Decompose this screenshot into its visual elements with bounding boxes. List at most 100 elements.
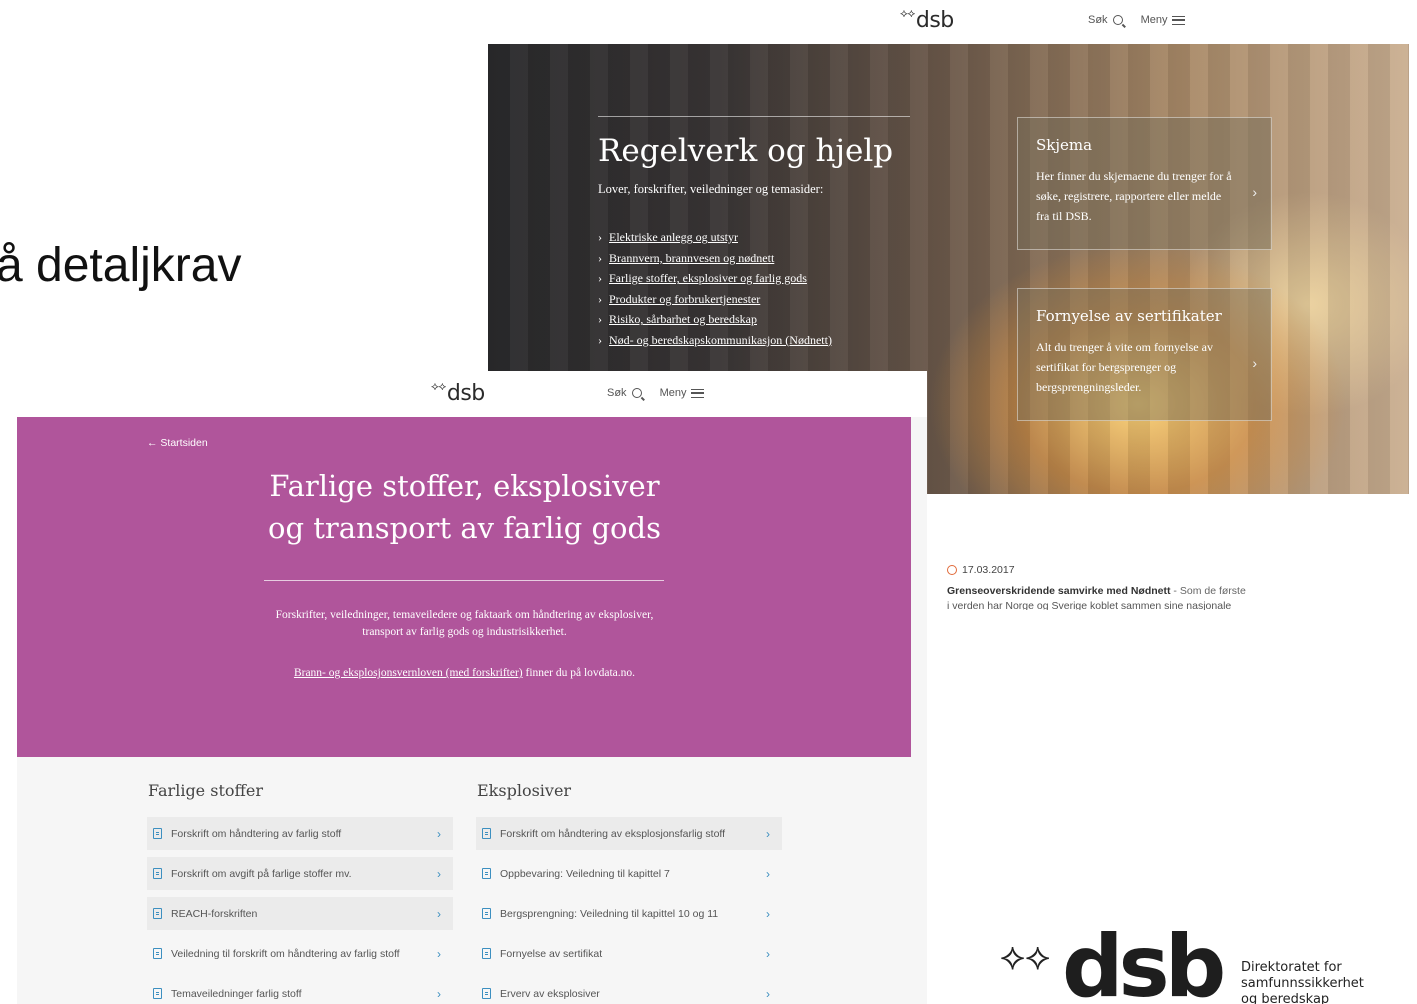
- list-item[interactable]: REACH-forskriften ›: [147, 897, 453, 930]
- topic-link[interactable]: › Produkter og forbrukertjenester: [598, 289, 910, 310]
- chevron-right-icon: ›: [598, 312, 602, 327]
- back-link-startsiden[interactable]: ← Startsiden: [147, 437, 208, 449]
- dsb-emblem-icon: ⟡⟡: [900, 6, 915, 20]
- document-icon: [153, 908, 162, 919]
- list-item[interactable]: Forskrift om håndtering av eksplosjonsfa…: [476, 817, 782, 850]
- search-button[interactable]: Søk: [1088, 14, 1123, 26]
- list-item[interactable]: Bergsprengning: Veiledning til kapittel …: [476, 897, 782, 930]
- farlige-stoffer-page-screenshot: ⟡⟡dsb Søk Meny ← Startsiden Farlige stof…: [17, 371, 927, 1004]
- chevron-right-icon: ›: [598, 250, 602, 265]
- menu-label: Meny: [1140, 14, 1168, 26]
- slide-heading-fragment: å detaljkrav: [0, 239, 242, 292]
- list-icon: [482, 948, 491, 959]
- chevron-right-icon: ›: [1252, 183, 1257, 200]
- search-icon: [631, 388, 642, 398]
- divider: [598, 116, 910, 117]
- hamburger-icon: [691, 388, 705, 398]
- chevron-right-icon: ›: [437, 946, 441, 961]
- menu-label: Meny: [659, 387, 687, 399]
- hero-banner: ← Startsiden Farlige stoffer, eksplosive…: [17, 417, 911, 757]
- search-label: Søk: [1088, 14, 1108, 26]
- chevron-right-icon: ›: [598, 271, 602, 286]
- hero-content: Regelverk og hjelp Lover, forskrifter, v…: [598, 116, 910, 350]
- list-item[interactable]: Oppbevaring: Veiledning til kapittel 7 ›: [476, 857, 782, 890]
- chevron-right-icon: ›: [437, 986, 441, 1001]
- list-item[interactable]: Veiledning til forskrift om håndtering a…: [147, 937, 453, 970]
- search-label: Søk: [607, 387, 627, 399]
- news-excerpt-2: i verden har Norge og Sverige koblet sam…: [947, 600, 1232, 610]
- menu-button[interactable]: Meny: [1141, 14, 1186, 26]
- search-icon: [1112, 15, 1123, 25]
- topic-link[interactable]: › Brannvern, brannvesen og nødnett: [598, 248, 910, 269]
- card-skjema[interactable]: Skjema Her finner du skjemaene du trenge…: [1017, 117, 1272, 250]
- column-farlige-stoffer: Farlige stoffer Forskrift om håndtering …: [147, 781, 453, 1004]
- news-date: 17.03.2017: [962, 564, 1015, 576]
- chevron-right-icon: ›: [766, 946, 770, 961]
- list-item[interactable]: Fornyelse av sertifikat ›: [476, 937, 782, 970]
- list-item[interactable]: Forskrift om avgift på farlige stoffer m…: [147, 857, 453, 890]
- column-title: Eksplosiver: [477, 781, 572, 800]
- card-text: Her finner du skjemaene du trenger for å…: [1036, 169, 1232, 223]
- logo-text: dsb: [446, 381, 485, 406]
- logo-text: dsb: [915, 8, 954, 33]
- news-excerpt: - Som de første: [1170, 585, 1246, 597]
- brand-tagline: Direktoratet for samfunnssikkerhet og be…: [1241, 960, 1364, 1004]
- news-item[interactable]: 17.03.2017 Grenseoverskridende samvirke …: [947, 564, 1277, 610]
- top-bar: ⟡⟡dsb Søk Meny: [17, 371, 927, 417]
- book-icon: [482, 868, 491, 879]
- chevron-right-icon: ›: [437, 906, 441, 921]
- list-icon: [482, 988, 491, 999]
- brand-wordmark: dsb: [1062, 917, 1226, 1004]
- dsb-logo[interactable]: ⟡⟡dsb: [431, 379, 485, 406]
- search-button[interactable]: Søk: [607, 387, 642, 399]
- news-headline: Grenseoverskridende samvirke med Nødnett: [947, 585, 1171, 597]
- hamburger-icon: [1172, 15, 1186, 25]
- hero-subtitle: Lover, forskrifter, veiledninger og tema…: [598, 182, 824, 197]
- topic-links: › Elektriske anlegg og utstyr › Brannvern,…: [598, 227, 910, 350]
- list-item[interactable]: Erverv av eksplosiver ›: [476, 977, 782, 1004]
- dsb-emblem-icon: ⟡⟡: [431, 379, 446, 393]
- card-title: Skjema: [1036, 136, 1093, 154]
- law-note: Brann- og eksplosjonsvernloven (med fors…: [293, 667, 636, 679]
- chevron-right-icon: ›: [1252, 354, 1257, 371]
- page-title: Farlige stoffer, eksplosiver og transport…: [268, 469, 661, 545]
- menu-button[interactable]: Meny: [660, 387, 705, 399]
- chevron-right-icon: ›: [598, 332, 602, 347]
- dsb-logo[interactable]: ⟡⟡dsb: [900, 6, 954, 33]
- law-link[interactable]: Brann- og eksplosjonsvernloven (med fors…: [294, 667, 523, 679]
- news-line: Grenseoverskridende samvirke med Nødnett…: [947, 585, 1277, 597]
- chevron-right-icon: ›: [766, 986, 770, 1001]
- list-item[interactable]: Temaveiledninger farlig stoff ›: [147, 977, 453, 1004]
- column-eksplosiver: Eksplosiver Forskrift om håndtering av e…: [476, 781, 782, 1004]
- topic-link[interactable]: › Elektriske anlegg og utstyr: [598, 227, 910, 248]
- topic-link[interactable]: › Farlige stoffer, eksplosiver og farlig …: [598, 268, 910, 289]
- list-item[interactable]: Forskrift om håndtering av farlig stoff ›: [147, 817, 453, 850]
- news-date-row: 17.03.2017: [947, 564, 1277, 576]
- dsb-emblem-icon: ⟡⟡: [1000, 936, 1051, 978]
- book-icon: [153, 948, 162, 959]
- chevron-right-icon: ›: [766, 906, 770, 921]
- topic-link[interactable]: › Risiko, sårbarhet og beredskap: [598, 309, 910, 330]
- card-title: Fornyelse av sertifikater: [1036, 307, 1222, 325]
- chevron-right-icon: ›: [766, 826, 770, 841]
- top-nav: Søk Meny: [607, 387, 705, 399]
- page-description: Forskrifter, veiledninger, temaveiledere…: [275, 609, 654, 638]
- topic-link[interactable]: › Nød- og beredskapskommunikasjon (Nødnet…: [598, 330, 910, 351]
- dsb-brand-logo: ⟡⟡ dsb Direktoratet for samfunnssikkerhe…: [1000, 924, 1417, 1004]
- document-icon: [153, 868, 162, 879]
- divider: [264, 580, 664, 581]
- chevron-right-icon: ›: [598, 230, 602, 245]
- chevron-right-icon: ›: [766, 866, 770, 881]
- document-icon: [153, 828, 162, 839]
- book-icon: [482, 908, 491, 919]
- top-nav: Søk Meny: [1088, 14, 1186, 26]
- column-title: Farlige stoffer: [148, 781, 263, 800]
- top-bar: ⟡⟡dsb Søk Meny: [488, 0, 1409, 44]
- book-icon: [153, 988, 162, 999]
- chevron-right-icon: ›: [598, 291, 602, 306]
- chevron-right-icon: ›: [437, 826, 441, 841]
- document-icon: [482, 828, 491, 839]
- chevron-right-icon: ›: [437, 866, 441, 881]
- card-text: Alt du trenger å vite om fornyelse av se…: [1036, 340, 1213, 394]
- card-fornyelse[interactable]: Fornyelse av sertifikater Alt du trenger…: [1017, 288, 1272, 421]
